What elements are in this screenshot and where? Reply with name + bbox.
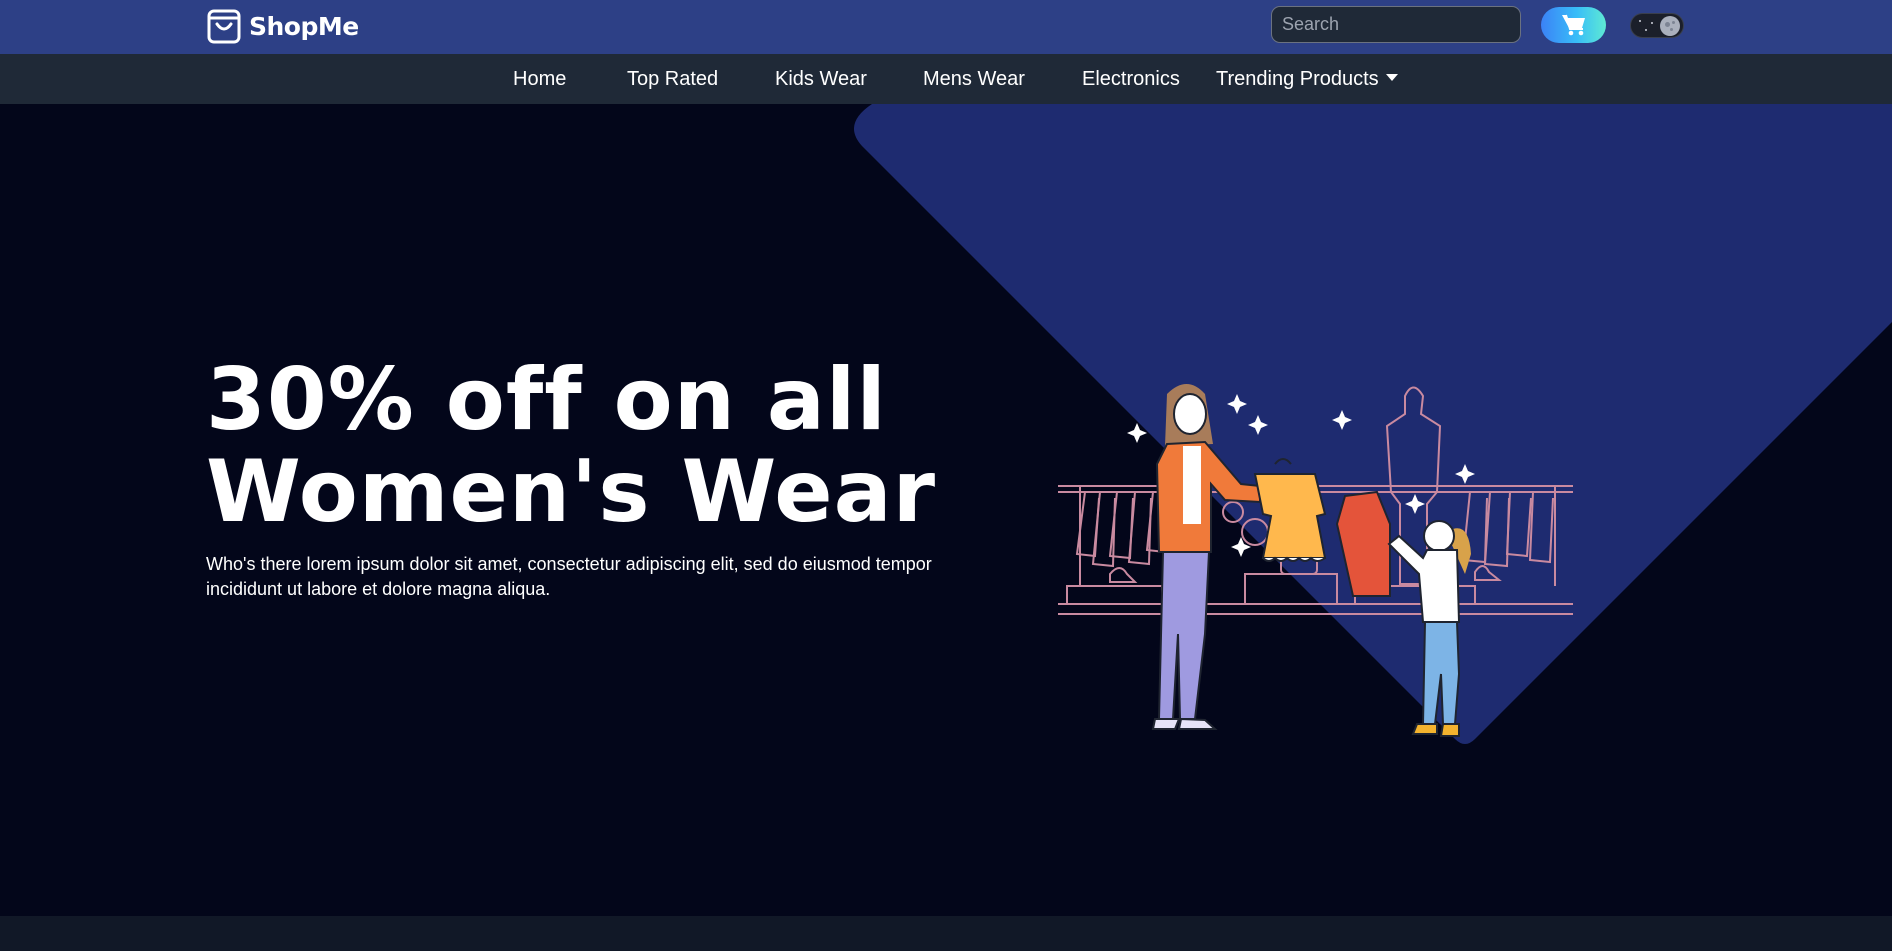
search-input[interactable]: [1271, 6, 1521, 43]
hero-title: 30% off on all Women's Wear: [206, 354, 966, 538]
hero-title-line-1: 30% off on all: [206, 350, 887, 450]
shopping-bag-icon: [207, 9, 241, 44]
brand-name: ShopMe: [249, 11, 359, 41]
nav-item-top-rated[interactable]: Top Rated: [627, 54, 718, 104]
dark-mode-toggle[interactable]: [1630, 13, 1684, 38]
caret-down-icon: [1385, 74, 1398, 82]
cart-button[interactable]: [1541, 7, 1606, 43]
women-shopping-illustration: [1058, 384, 1573, 737]
hero-title-line-2: Women's Wear: [206, 442, 937, 542]
hero-banner: 30% off on all Women's Wear Who's there …: [0, 104, 1892, 916]
cart-icon: [1561, 14, 1585, 36]
nav-item-kids-wear[interactable]: Kids Wear: [775, 54, 867, 104]
section-divider: [0, 916, 1892, 951]
main-nav: Home Top Rated Kids Wear Mens Wear Elect…: [0, 54, 1892, 104]
nav-item-trending-products[interactable]: Trending Products: [1216, 54, 1398, 104]
moon-icon: [1660, 16, 1680, 36]
nav-item-home[interactable]: Home: [513, 54, 566, 104]
nav-item-electronics[interactable]: Electronics: [1082, 54, 1180, 104]
top-header: ShopMe: [0, 0, 1892, 54]
trending-products-label: Trending Products: [1216, 68, 1379, 90]
nav-item-mens-wear[interactable]: Mens Wear: [923, 54, 1025, 104]
brand-logo[interactable]: ShopMe: [206, 6, 359, 46]
hero-description: Who's there lorem ipsum dolor sit amet, …: [206, 554, 932, 599]
